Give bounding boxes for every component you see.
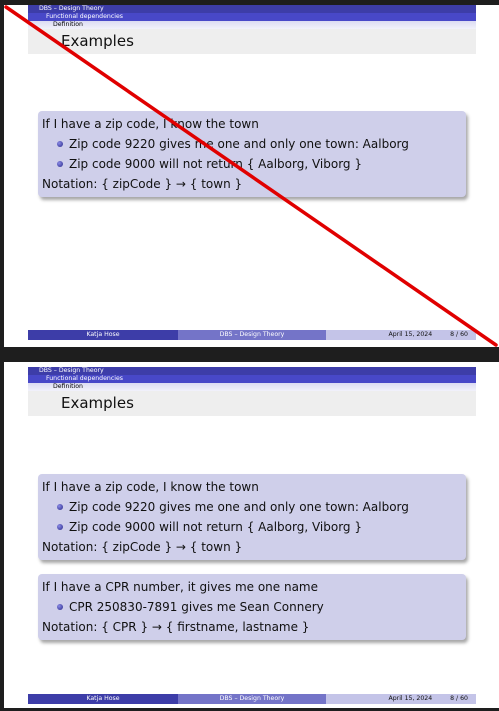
- slide-header: DBS – Design Theory Functional dependenc…: [28, 367, 476, 416]
- bullet-icon: [57, 524, 63, 530]
- header-subsubsection: Definition: [28, 21, 476, 29]
- frame-title: Examples: [28, 29, 476, 54]
- footer-date: April 15, 2024: [388, 695, 433, 702]
- block-notation: Notation: { zipCode } → { town }: [42, 540, 243, 554]
- list-item: Zip code 9220 gives me one and only one …: [42, 134, 462, 154]
- footer-author: Katja Hose: [28, 330, 178, 340]
- footer-title: DBS – Design Theory: [178, 694, 326, 704]
- footer-date-page: April 15, 2024 8 / 60: [326, 694, 476, 704]
- block-intro: If I have a zip code, I know the town: [42, 117, 259, 131]
- list-item-text: Zip code 9000 will not return { Aalborg,…: [69, 157, 362, 171]
- example-block-cpr: If I have a CPR number, it gives me one …: [38, 574, 466, 640]
- footer-page: 8 / 60: [450, 695, 468, 702]
- slide-footer: Katja Hose DBS – Design Theory April 15,…: [28, 694, 476, 704]
- example-block-zipcode: If I have a zip code, I know the town Zi…: [38, 111, 466, 197]
- footer-title: DBS – Design Theory: [178, 330, 326, 340]
- block-intro: If I have a CPR number, it gives me one …: [42, 580, 319, 594]
- header-section: DBS – Design Theory: [28, 5, 476, 13]
- footer-date-page: April 15, 2024 8 / 60: [326, 330, 476, 340]
- frame-title: Examples: [28, 391, 476, 416]
- list-item-text: CPR 250830-7891 gives me Sean Connery: [69, 600, 324, 614]
- bullet-icon: [57, 161, 63, 167]
- bullet-icon: [57, 504, 63, 510]
- bullet-icon: [57, 604, 63, 610]
- slide-footer: Katja Hose DBS – Design Theory April 15,…: [28, 330, 476, 340]
- bullet-icon: [57, 141, 63, 147]
- header-subsection: Functional dependencies: [28, 13, 476, 21]
- header-subsubsection: Definition: [28, 383, 476, 391]
- list-item-text: Zip code 9220 gives me one and only one …: [69, 500, 409, 514]
- header-section: DBS – Design Theory: [28, 367, 476, 375]
- slide-previous: DBS – Design Theory Functional dependenc…: [4, 5, 499, 347]
- block-notation: Notation: { CPR } → { firstname, lastnam…: [42, 620, 310, 634]
- header-subsection: Functional dependencies: [28, 375, 476, 383]
- list-item: CPR 250830-7891 gives me Sean Connery: [42, 597, 462, 617]
- example-block-zipcode: If I have a zip code, I know the town Zi…: [38, 474, 466, 560]
- list-item-text: Zip code 9000 will not return { Aalborg,…: [69, 520, 362, 534]
- slide-header: DBS – Design Theory Functional dependenc…: [28, 5, 476, 54]
- list-item: Zip code 9000 will not return { Aalborg,…: [42, 517, 462, 537]
- list-item: Zip code 9000 will not return { Aalborg,…: [42, 154, 462, 174]
- footer-author: Katja Hose: [28, 694, 178, 704]
- footer-page: 8 / 60: [450, 331, 468, 338]
- block-notation: Notation: { zipCode } → { town }: [42, 177, 243, 191]
- block-intro: If I have a zip code, I know the town: [42, 480, 259, 494]
- footer-date: April 15, 2024: [388, 331, 433, 338]
- list-item-text: Zip code 9220 gives me one and only one …: [69, 137, 409, 151]
- list-item: Zip code 9220 gives me one and only one …: [42, 497, 462, 517]
- slide-current: DBS – Design Theory Functional dependenc…: [4, 362, 499, 708]
